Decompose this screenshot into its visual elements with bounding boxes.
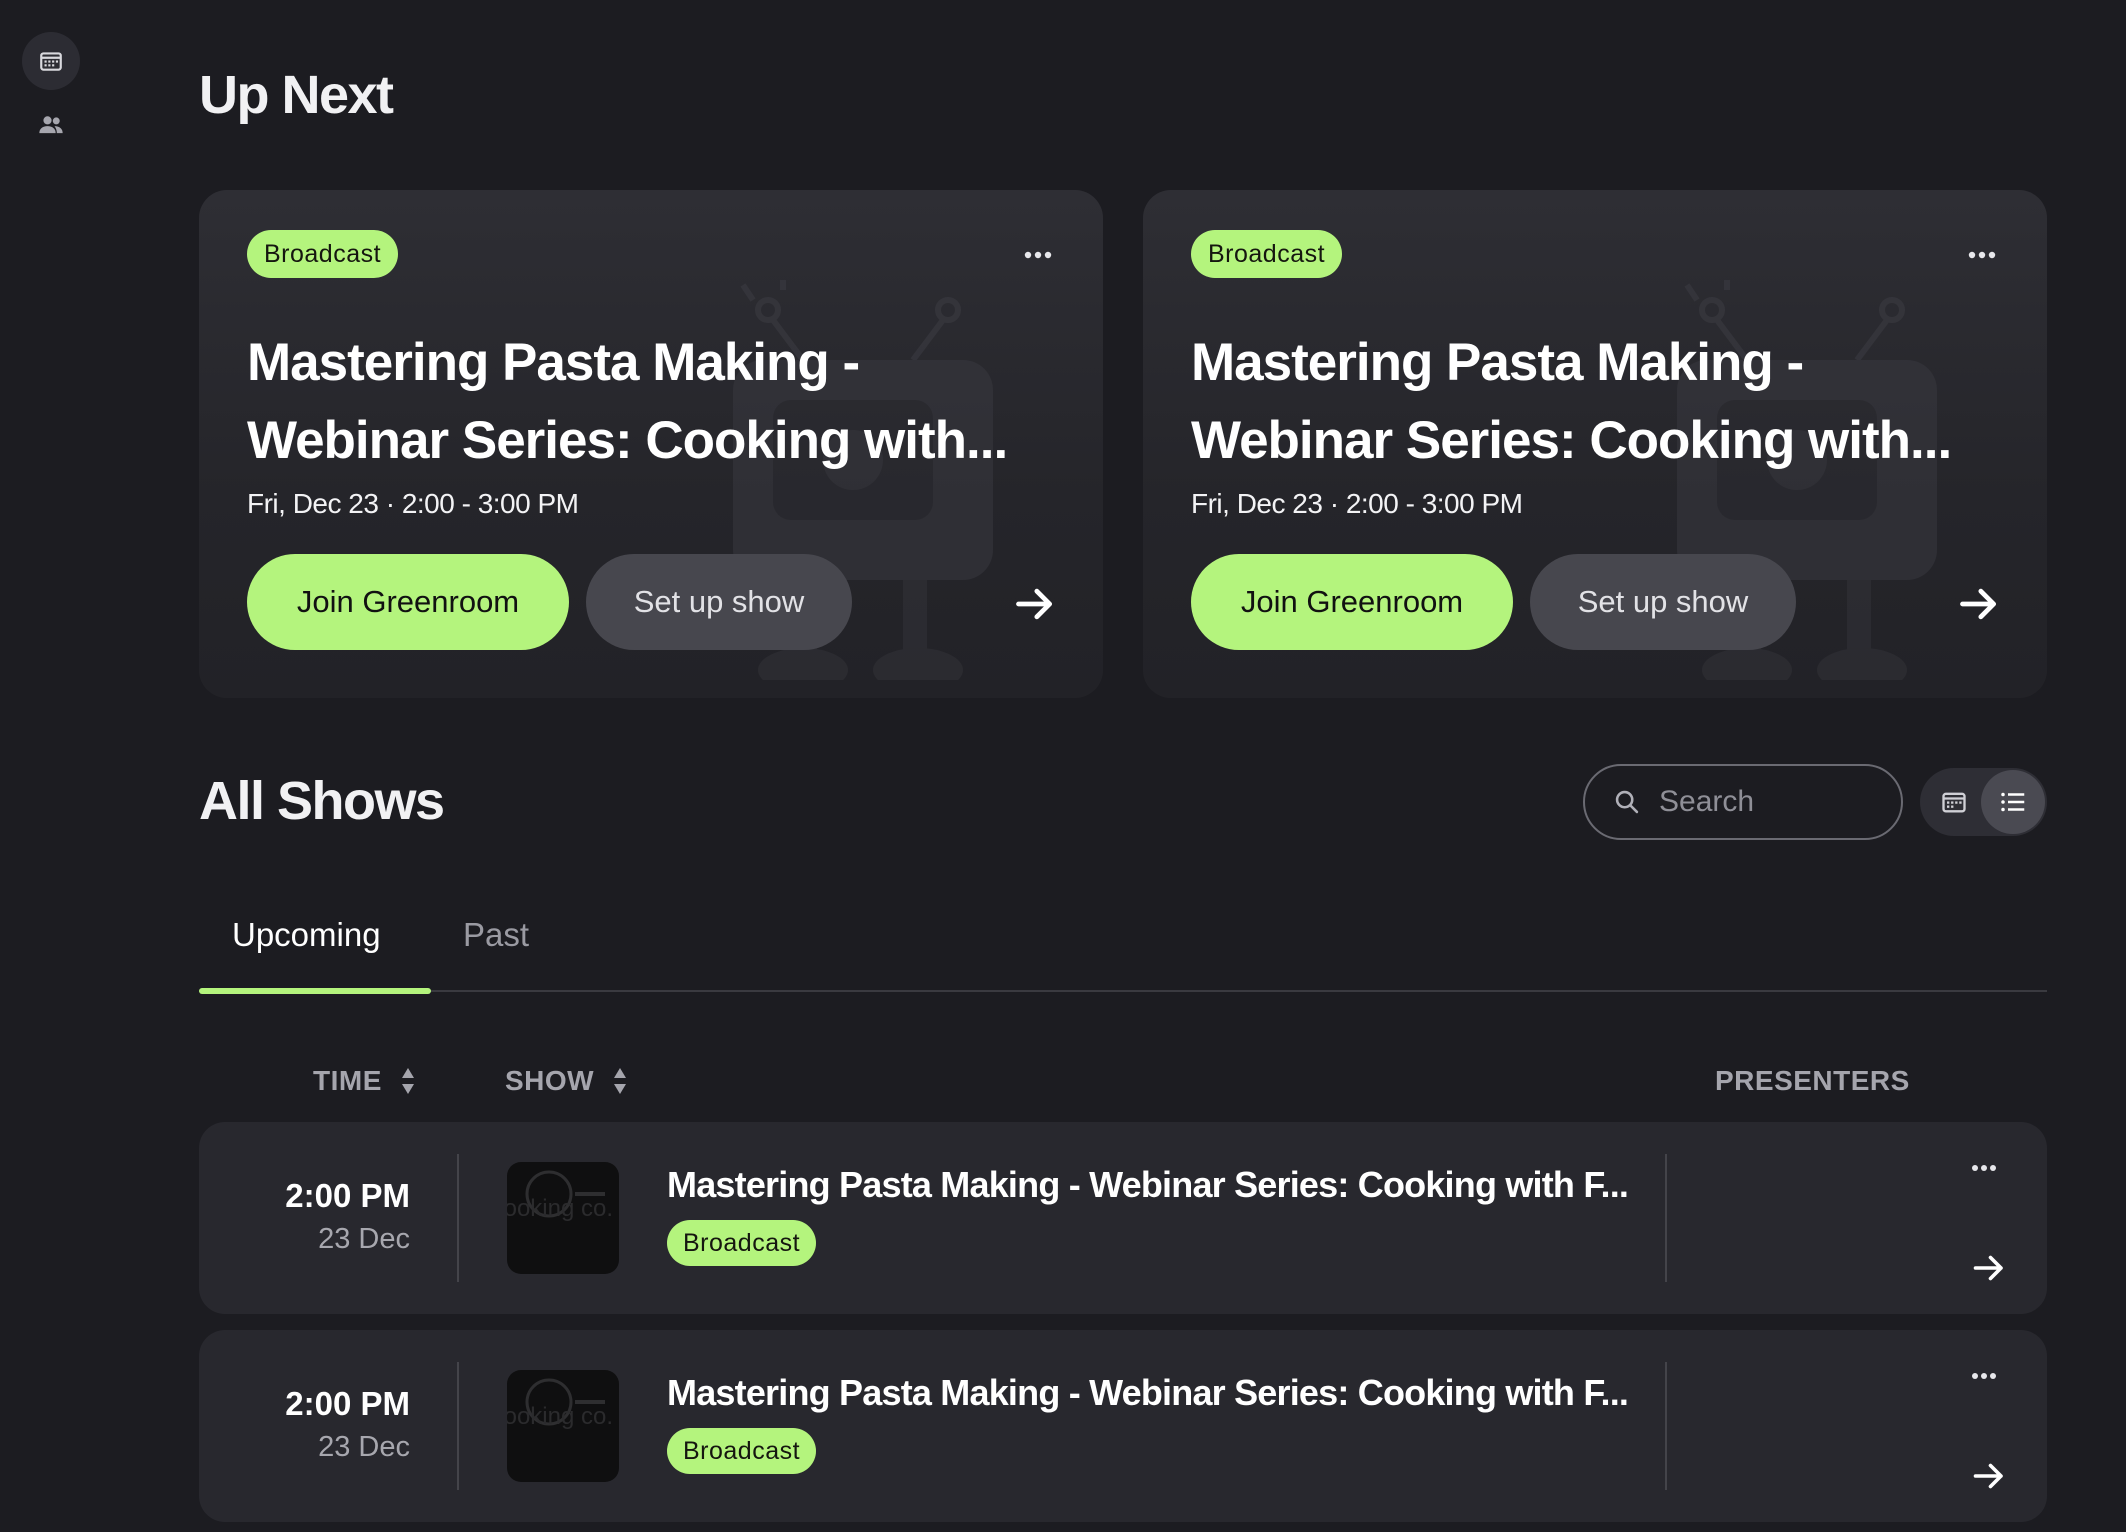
broadcast-badge: Broadcast	[667, 1220, 817, 1266]
join-greenroom-button[interactable]: Join Greenroom	[1191, 554, 1513, 650]
search-icon	[1615, 790, 1639, 814]
row-date-value: 23 Dec	[318, 1223, 410, 1255]
show-thumbnail: the cooking co.	[507, 1370, 619, 1482]
more-options-button[interactable]	[1957, 230, 2007, 280]
column-header-presenters: PRESENTERS	[1715, 1065, 1910, 1097]
join-greenroom-button[interactable]: Join Greenroom	[247, 554, 569, 650]
table-row[interactable]: 2:00 PM 23 Dec the cooking co. Mastering…	[199, 1122, 2047, 1314]
sidebar-item-shows[interactable]	[22, 32, 80, 90]
sidebar-item-people[interactable]	[22, 96, 80, 154]
show-title: Mastering Pasta Making - Webinar Series:…	[247, 333, 1008, 470]
broadcast-badge: Broadcast	[667, 1428, 817, 1474]
show-schedule: Fri, Dec 23 · 2:00 - 3:00 PM	[1191, 488, 1523, 520]
list-view-button[interactable]	[1981, 770, 2045, 834]
arrow-right-icon[interactable]	[1971, 1250, 2007, 1286]
more-options-button[interactable]	[1013, 230, 1063, 280]
search-placeholder[interactable]: Search	[1659, 785, 1754, 819]
up-next-heading: Up Next	[199, 65, 394, 125]
column-time-label: TIME	[313, 1065, 382, 1096]
column-header-show[interactable]: SHOW	[505, 1065, 628, 1097]
list-icon	[2001, 792, 2025, 812]
view-toggle	[1920, 768, 2047, 836]
row-time-value: 2:00 PM	[285, 1385, 410, 1422]
arrow-right-icon[interactable]	[1957, 582, 2001, 626]
show-title: Mastering Pasta Making - Webinar Series:…	[1191, 333, 1952, 470]
up-next-card[interactable]: Broadcast Mastering Pasta Making - Webin…	[199, 190, 1103, 698]
logo-text: the cooking co.	[507, 1195, 613, 1222]
row-date-value: 23 Dec	[318, 1431, 410, 1463]
separator-dot: ·	[385, 488, 402, 519]
show-thumbnail: the cooking co.	[507, 1162, 619, 1274]
column-presenters-label: PRESENTERS	[1715, 1065, 1910, 1096]
separator-dot: ·	[1329, 488, 1346, 519]
people-icon	[39, 116, 63, 134]
row-more-options-button[interactable]	[1961, 1150, 2007, 1186]
more-horizontal-icon	[1024, 251, 1052, 259]
set-up-show-button[interactable]: Set up show	[1530, 554, 1796, 650]
search-field[interactable]: Search	[1583, 764, 1903, 840]
arrow-right-icon[interactable]	[1013, 582, 1057, 626]
column-header-time[interactable]: TIME	[313, 1065, 416, 1097]
up-next-card[interactable]: Broadcast Mastering Pasta Making - Webin…	[1143, 190, 2047, 698]
row-more-options-button[interactable]	[1961, 1358, 2007, 1394]
sort-icon	[614, 1068, 627, 1094]
show-title[interactable]: Mastering Pasta Making - Webinar Series:…	[667, 1372, 1627, 1414]
column-divider	[1665, 1154, 1667, 1282]
sidebar	[0, 0, 104, 1532]
tab-upcoming[interactable]: Upcoming	[232, 916, 381, 954]
all-shows-heading: All Shows	[199, 771, 445, 831]
show-time: 2:00 - 3:00 PM	[401, 488, 579, 519]
column-show-label: SHOW	[505, 1065, 595, 1096]
more-horizontal-icon	[1972, 1373, 1996, 1379]
row-time-value: 2:00 PM	[285, 1177, 410, 1214]
broadcast-badge: Broadcast	[1191, 230, 1343, 278]
show-schedule: Fri, Dec 23 · 2:00 - 3:00 PM	[247, 488, 579, 520]
calendar-icon	[40, 52, 62, 71]
calendar-icon	[1942, 792, 1966, 813]
more-horizontal-icon	[1972, 1165, 1996, 1171]
column-divider	[1665, 1362, 1667, 1490]
tabs-divider	[199, 990, 2047, 992]
arrow-right-icon[interactable]	[1971, 1458, 2007, 1494]
calendar-view-button[interactable]	[1922, 770, 1986, 834]
column-divider	[457, 1362, 459, 1490]
column-divider	[457, 1154, 459, 1282]
show-date: Fri, Dec 23	[1191, 488, 1323, 519]
broadcast-badge: Broadcast	[247, 230, 399, 278]
table-row[interactable]: 2:00 PM 23 Dec the cooking co. Mastering…	[199, 1330, 2047, 1522]
cooking-co-logo: the cooking co.	[507, 1170, 613, 1222]
active-tab-indicator	[199, 988, 431, 994]
sort-icon	[401, 1068, 414, 1094]
show-title[interactable]: Mastering Pasta Making - Webinar Series:…	[667, 1164, 1627, 1206]
row-time: 2:00 PM 23 Dec	[285, 1177, 410, 1256]
logo-text: the cooking co.	[507, 1403, 613, 1430]
show-date: Fri, Dec 23	[247, 488, 379, 519]
show-time: 2:00 - 3:00 PM	[1345, 488, 1523, 519]
app: Up Next Broadcast Mastering Pasta Making…	[0, 0, 2126, 1532]
row-time: 2:00 PM 23 Dec	[285, 1385, 410, 1464]
cooking-co-logo: the cooking co.	[507, 1378, 613, 1430]
set-up-show-button[interactable]: Set up show	[586, 554, 852, 650]
more-horizontal-icon	[1968, 251, 1996, 259]
tab-past[interactable]: Past	[463, 916, 529, 954]
